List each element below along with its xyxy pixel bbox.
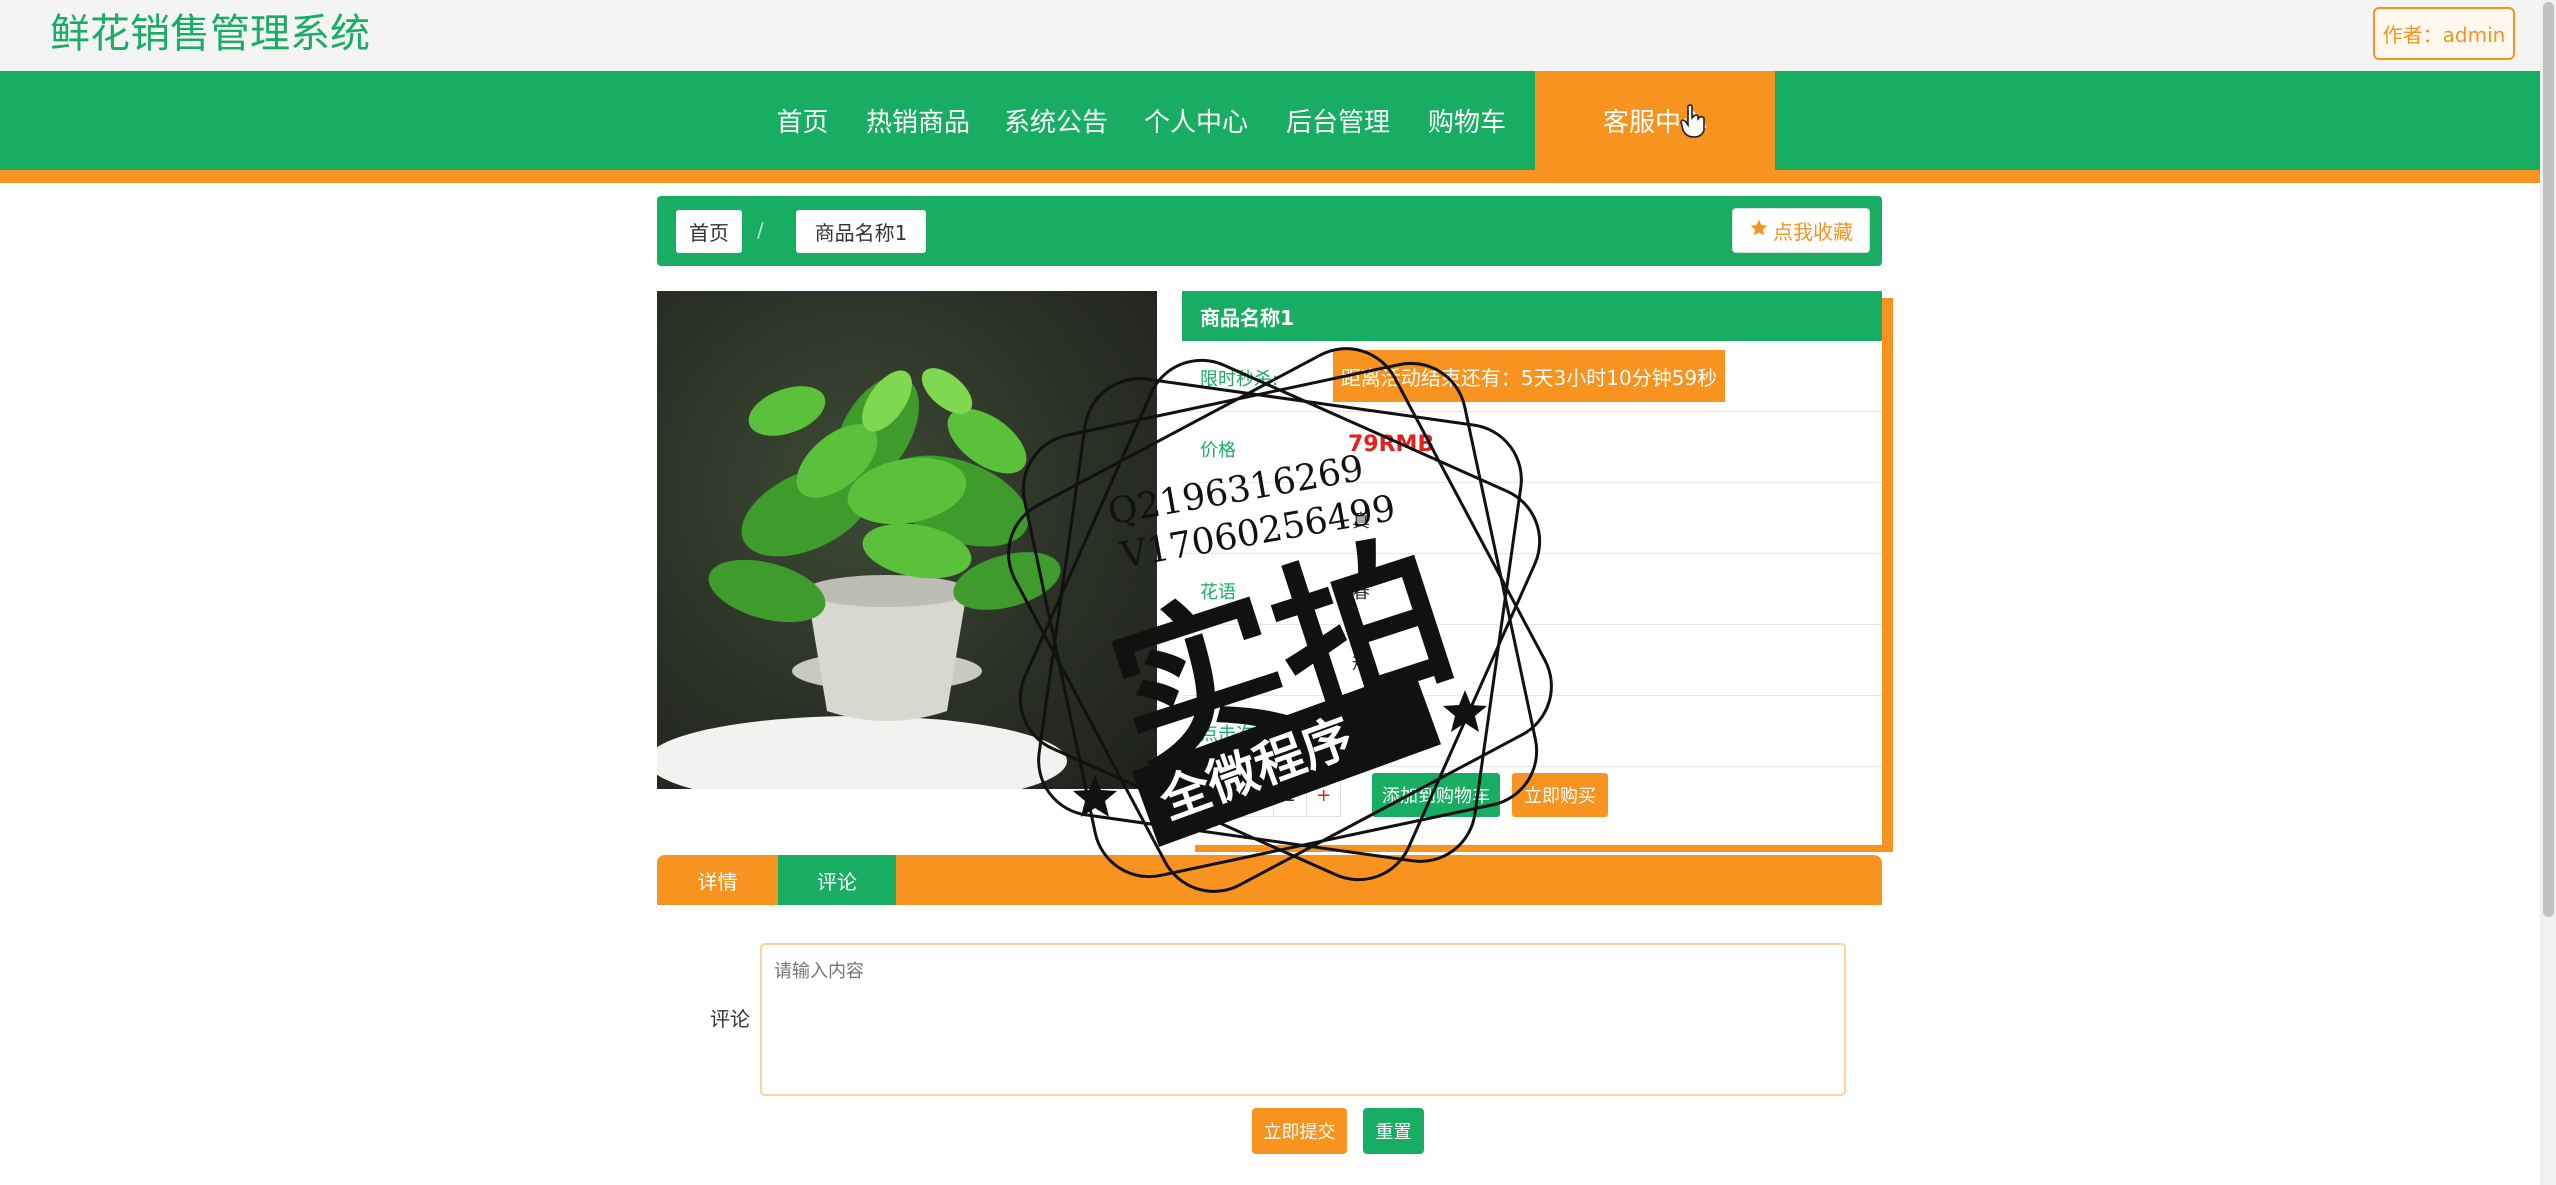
breadcrumb-separator: / — [757, 218, 764, 242]
star-icon — [1073, 775, 1117, 817]
submit-button[interactable]: 立即提交 — [1252, 1108, 1347, 1154]
reset-button[interactable]: 重置 — [1363, 1108, 1424, 1154]
scrollbar-thumb[interactable] — [2543, 2, 2554, 917]
nav-item-personal-center[interactable]: 个人中心 — [1140, 71, 1252, 170]
star-icon — [1749, 218, 1769, 243]
top-header — [0, 0, 2540, 71]
author-badge[interactable]: 作者：admin — [2373, 7, 2515, 60]
nav-item-home[interactable]: 首页 — [770, 71, 835, 170]
favorite-button[interactable]: 点我收藏 — [1732, 208, 1870, 253]
main-nav — [0, 71, 2540, 170]
product-name-header: 商品名称1 — [1182, 291, 1882, 341]
nav-item-announcements[interactable]: 系统公告 — [1000, 71, 1112, 170]
nav-item-admin[interactable]: 后台管理 — [1282, 71, 1394, 170]
pointer-hand-icon — [1680, 104, 1706, 147]
site-title: 鲜花销售管理系统 — [50, 11, 370, 57]
comment-textarea[interactable] — [760, 943, 1846, 1096]
nav-divider — [0, 170, 2540, 183]
nav-item-hot-products[interactable]: 热销商品 — [862, 71, 974, 170]
comment-label: 评论 — [710, 1007, 750, 1031]
tab-comment[interactable]: 评论 — [778, 855, 896, 905]
favorite-label: 点我收藏 — [1773, 220, 1853, 244]
watermark-stamp: Q2196316269 V17060256499 实拍 全微程序 — [995, 335, 1565, 905]
nav-item-cart[interactable]: 购物车 — [1422, 71, 1512, 170]
breadcrumb-current[interactable]: 商品名称1 — [796, 210, 926, 253]
breadcrumb-home[interactable]: 首页 — [676, 210, 742, 253]
tab-detail[interactable]: 详情 — [657, 855, 778, 905]
